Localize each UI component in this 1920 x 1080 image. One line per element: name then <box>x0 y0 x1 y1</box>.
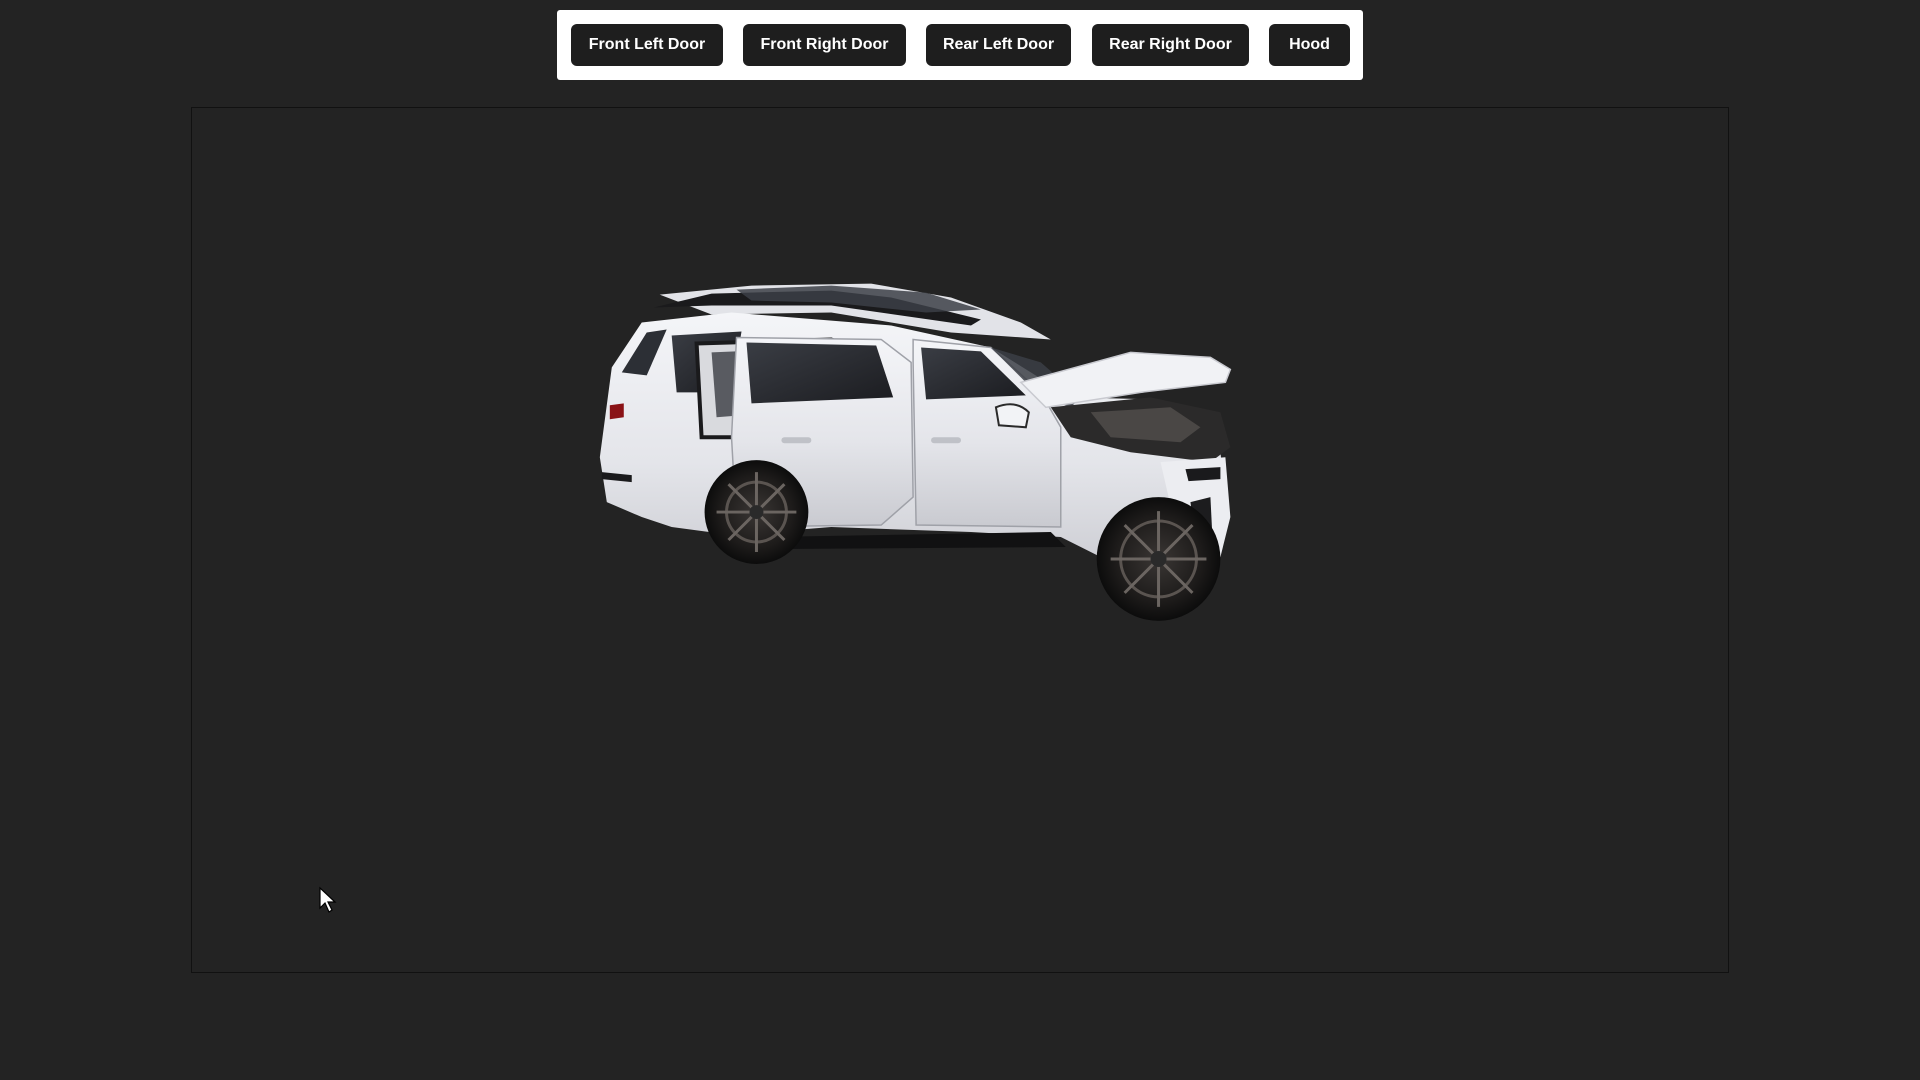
front-right-door-button[interactable]: Front Right Door <box>743 24 906 66</box>
3d-viewer-canvas[interactable] <box>191 107 1729 973</box>
suv-car-model[interactable] <box>599 283 1232 621</box>
rear-left-door-button[interactable]: Rear Left Door <box>926 24 1071 66</box>
car-model-scene[interactable] <box>192 108 1728 972</box>
rear-wheel <box>704 460 809 564</box>
rear-right-door-button[interactable]: Rear Right Door <box>1092 24 1249 66</box>
front-wheel <box>1096 497 1221 621</box>
door-control-toolbar: Front Left Door Front Right Door Rear Le… <box>557 10 1363 80</box>
hood-button[interactable]: Hood <box>1269 24 1350 66</box>
arrow-cursor-icon <box>319 886 337 913</box>
front-left-door-button[interactable]: Front Left Door <box>571 24 723 66</box>
